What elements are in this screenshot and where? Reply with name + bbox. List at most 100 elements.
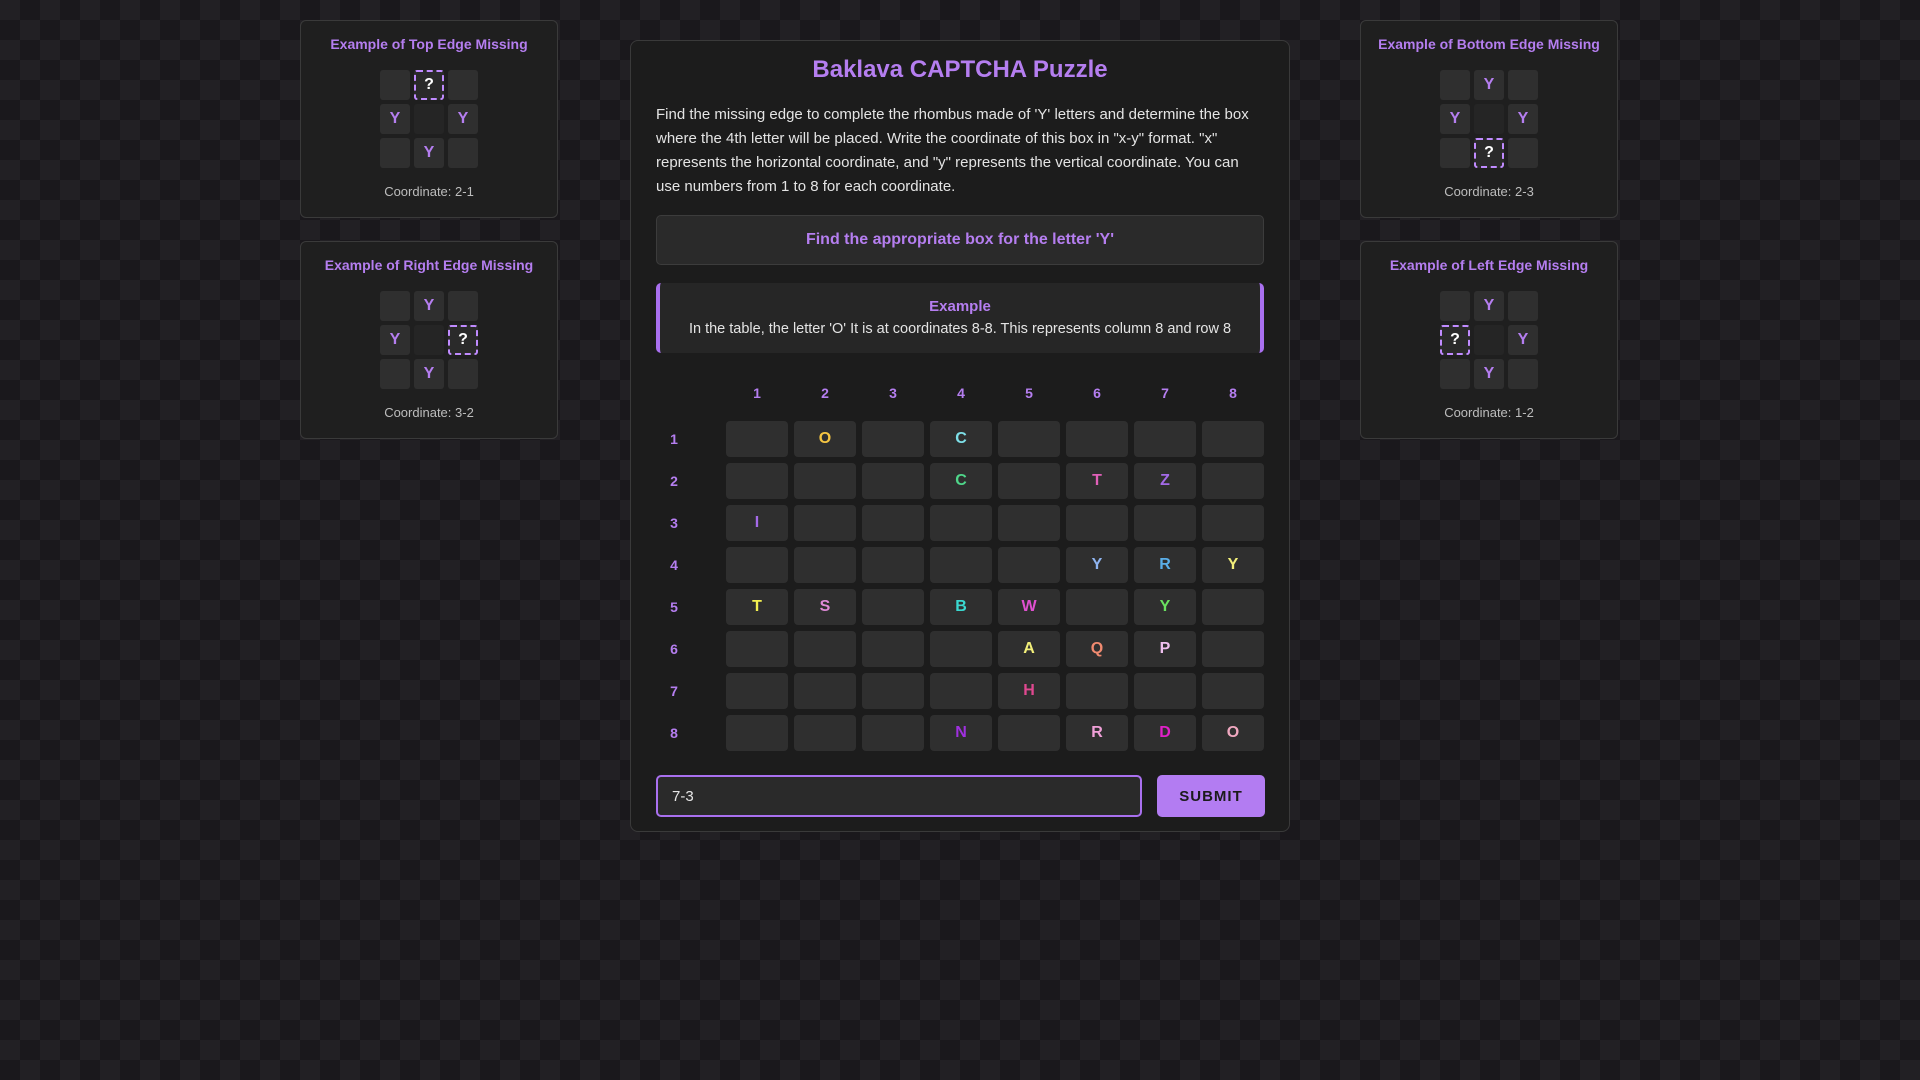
grid-cell: O — [794, 421, 856, 457]
example-mini-grid: Y Y Y? — [1440, 70, 1538, 168]
grid-cell: C — [930, 463, 992, 499]
mini-grid-cell: Y — [414, 291, 444, 321]
grid-cell — [1202, 631, 1264, 667]
row-header: 6 — [670, 641, 678, 657]
mini-grid-cell — [1474, 325, 1504, 355]
grid-cell: T — [1066, 463, 1128, 499]
mini-grid-cell — [1440, 359, 1470, 389]
grid-cell: A — [998, 631, 1060, 667]
grid-cell — [998, 547, 1060, 583]
target-letter-prompt: Find the appropriate box for the letter … — [656, 215, 1264, 265]
example-title: Example of Right Edge Missing — [324, 257, 534, 273]
grid-cell — [794, 673, 856, 709]
row-header: 8 — [670, 725, 678, 741]
mini-grid-cell — [1508, 70, 1538, 100]
mini-grid-cell — [1440, 138, 1470, 168]
row-header: 7 — [670, 683, 678, 699]
example-right-edge-card: Example of Right Edge Missing Y Y? Y Coord… — [300, 241, 558, 439]
grid-cell — [862, 505, 924, 541]
example-coordinate: Coordinate: 2-1 — [384, 184, 474, 199]
grid-cell: S — [794, 589, 856, 625]
example-coordinate: Coordinate: 2-3 — [1444, 184, 1534, 199]
row-header: 1 — [670, 431, 678, 447]
column-header: 7 — [1161, 385, 1169, 401]
grid-cell — [998, 463, 1060, 499]
grid-cell — [726, 421, 788, 457]
column-header: 6 — [1093, 385, 1101, 401]
column-header: 4 — [957, 385, 965, 401]
mini-grid-cell — [1508, 359, 1538, 389]
row-header: 4 — [670, 557, 678, 573]
grid-cell: Q — [1066, 631, 1128, 667]
captcha-panel: Baklava CAPTCHA Puzzle Find the missing … — [630, 40, 1290, 832]
example-coordinate: Coordinate: 3-2 — [384, 405, 474, 420]
mini-grid-cell: Y — [1474, 291, 1504, 321]
mini-grid-cell — [1440, 291, 1470, 321]
mini-grid-cell: Y — [1508, 104, 1538, 134]
grid-cell — [930, 673, 992, 709]
example-title: Example of Bottom Edge Missing — [1378, 36, 1600, 52]
grid-cell — [862, 715, 924, 751]
grid-cell — [726, 463, 788, 499]
mini-grid-cell: Y — [448, 104, 478, 134]
grid-cell — [794, 463, 856, 499]
row-header: 3 — [670, 515, 678, 531]
instructions-text: Find the missing edge to complete the rh… — [656, 106, 1249, 195]
grid-cell: B — [930, 589, 992, 625]
mini-grid-cell: Y — [414, 138, 444, 168]
mini-grid-cell: Y — [380, 104, 410, 134]
grid-cell — [930, 631, 992, 667]
column-header: 3 — [889, 385, 897, 401]
column-header: 1 — [753, 385, 761, 401]
grid-cell — [998, 715, 1060, 751]
grid-cell — [1134, 505, 1196, 541]
mini-grid-cell — [414, 325, 444, 355]
grid-cell — [794, 505, 856, 541]
grid-cell — [1202, 589, 1264, 625]
missing-edge-marker: ? — [1474, 138, 1504, 168]
column-header: 8 — [1229, 385, 1237, 401]
mini-grid-cell — [1508, 291, 1538, 321]
grid-cell — [862, 673, 924, 709]
missing-edge-marker: ? — [448, 325, 478, 355]
grid-cell: P — [1134, 631, 1196, 667]
mini-grid-cell — [1440, 70, 1470, 100]
grid-cell: Y — [1202, 547, 1264, 583]
grid-cell — [1202, 505, 1264, 541]
grid-cell — [794, 547, 856, 583]
missing-edge-marker: ? — [1440, 325, 1470, 355]
example-title: Example of Top Edge Missing — [330, 36, 528, 52]
grid-cell: D — [1134, 715, 1196, 751]
missing-edge-marker: ? — [414, 70, 444, 100]
example-note: Example In the table, the letter 'O' It … — [656, 283, 1264, 353]
mini-grid-cell: Y — [1474, 359, 1504, 389]
grid-cell — [1202, 463, 1264, 499]
mini-grid-cell: Y — [414, 359, 444, 389]
example-mini-grid: Y Y? Y — [380, 291, 478, 389]
mini-grid-cell — [380, 70, 410, 100]
mini-grid-cell — [414, 104, 444, 134]
mini-grid-cell — [448, 70, 478, 100]
coordinate-input[interactable] — [656, 775, 1142, 817]
grid-cell — [998, 505, 1060, 541]
grid-cell — [998, 421, 1060, 457]
grid-cell — [862, 589, 924, 625]
grid-cell — [1066, 673, 1128, 709]
mini-grid-cell: Y — [1474, 70, 1504, 100]
grid-cell — [862, 463, 924, 499]
mini-grid-cell — [380, 138, 410, 168]
grid-cell: Y — [1066, 547, 1128, 583]
submit-button[interactable]: SUBMIT — [1157, 775, 1265, 817]
letter-grid: 1234567812345678OCCTZIYRYTSBWYAQPHNRDO — [656, 371, 1266, 751]
grid-cell — [930, 505, 992, 541]
grid-cell: C — [930, 421, 992, 457]
grid-cell: H — [998, 673, 1060, 709]
grid-cell: R — [1066, 715, 1128, 751]
mini-grid-cell — [380, 359, 410, 389]
mini-grid-cell — [448, 291, 478, 321]
grid-cell — [794, 631, 856, 667]
page-title: Baklava CAPTCHA Puzzle — [812, 56, 1108, 83]
grid-cell — [862, 631, 924, 667]
example-left-edge-card: Example of Left Edge Missing Y? Y Y Coordi… — [1360, 241, 1618, 439]
mini-grid-cell: Y — [1440, 104, 1470, 134]
